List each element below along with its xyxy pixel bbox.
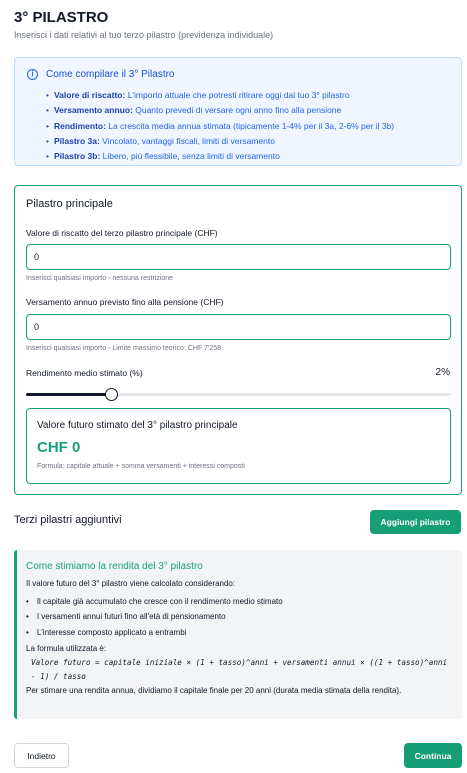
return-slider-thumb[interactable] bbox=[105, 388, 118, 401]
list-item: Il capitale già accumulato che cresce co… bbox=[26, 594, 283, 609]
estimate-title: Come stimiamo la rendita del 3° pilastro bbox=[26, 561, 203, 572]
page-title: 3° PILASTRO bbox=[14, 9, 109, 26]
estimate-intro: Il valore futuro del 3° pilastro viene c… bbox=[26, 579, 236, 588]
page-subtitle: Inserisci i dati relativi al tuo terzo p… bbox=[14, 30, 274, 40]
formula-text: Valore futuro = capitale iniziale × (1 +… bbox=[31, 658, 448, 681]
list-item: Valore di riscatto: L'importo attuale ch… bbox=[46, 88, 394, 103]
info-text: L'importo attuale che potresti ritirare … bbox=[125, 90, 350, 100]
info-term: Valore di riscatto: bbox=[53, 90, 126, 100]
info-text: La crescita media annua stimata (tipicam… bbox=[105, 120, 395, 131]
list-item: Versamento annuo: Quanto prevedi di vers… bbox=[46, 103, 394, 118]
list-item: Pilastro 3a: Vincolato, vantaggi fiscali… bbox=[46, 134, 394, 149]
list-item: Pilastro 3b: Libero, più flessibile, sen… bbox=[46, 149, 394, 164]
continue-button[interactable]: Continua bbox=[404, 743, 462, 768]
list-item: I versamenti annui futuri fino all'età d… bbox=[26, 609, 283, 624]
info-title: Come compilare il 3° Pilastro bbox=[46, 69, 175, 80]
return-slider[interactable] bbox=[26, 388, 451, 401]
return-label: Rendimento medio stimato (%) bbox=[26, 368, 143, 378]
info-text: Quanto prevedi di versare ogni anno fino… bbox=[132, 105, 342, 116]
estimate-footer: Per stimare una rendita annua, dividiamo… bbox=[26, 686, 402, 695]
info-text: Libero, più flessibile, senza limiti di … bbox=[100, 151, 280, 162]
page: 3° PILASTRO Inserisci i dati relativi al… bbox=[0, 0, 467, 773]
annual-contribution-input[interactable]: 0 bbox=[26, 314, 451, 340]
back-button[interactable]: Indietro bbox=[14, 743, 69, 768]
main-pillar-title: Pilastro principale bbox=[26, 198, 113, 210]
info-term: Pilastro 3a: bbox=[53, 135, 100, 146]
surrender-value-hint: Inserisci qualsiasi importo - nessuna re… bbox=[26, 275, 174, 282]
additional-pillars-title: Terzi pilastri aggiuntivi bbox=[14, 514, 122, 526]
info-text: Vincolato, vantaggi fiscali, limiti di v… bbox=[99, 135, 275, 146]
future-value-amount: CHF 0 bbox=[37, 439, 81, 456]
future-value-box: Valore futuro stimato del 3° pilastro pr… bbox=[26, 408, 451, 484]
future-value-formula: Formula: capitale attuale + somma versam… bbox=[37, 463, 245, 470]
annual-contribution-label: Versamento annuo previsto fino alla pens… bbox=[26, 297, 224, 307]
info-term: Pilastro 3b: bbox=[53, 151, 101, 162]
formula-label: La formula utilizzata è: bbox=[26, 644, 107, 653]
list-item: Rendimento: La crescita media annua stim… bbox=[46, 119, 394, 134]
future-value-title: Valore futuro stimato del 3° pilastro pr… bbox=[37, 420, 238, 431]
surrender-value-input[interactable]: 0 bbox=[26, 244, 451, 270]
return-value: 2% bbox=[435, 367, 450, 378]
info-list: Valore di riscatto: L'importo attuale ch… bbox=[46, 88, 394, 164]
info-term: Versamento annuo: bbox=[53, 105, 133, 116]
estimate-box: Come stimiamo la rendita del 3° pilastro… bbox=[14, 550, 462, 719]
list-item: L'interesse composto applicato a entramb… bbox=[26, 625, 283, 640]
info-term: Rendimento: bbox=[53, 120, 106, 131]
add-pillar-button[interactable]: Aggiungi pilastro bbox=[370, 510, 461, 534]
surrender-value-label: Valore di riscatto del terzo pilastro pr… bbox=[26, 228, 218, 238]
estimate-list: Il capitale già accumulato che cresce co… bbox=[26, 594, 283, 640]
info-icon: i bbox=[27, 69, 38, 80]
info-box: i Come compilare il 3° Pilastro Valore d… bbox=[14, 57, 462, 166]
return-slider-fill bbox=[26, 393, 111, 396]
annual-contribution-hint: Inserisci qualsiasi importo - Limite mas… bbox=[26, 345, 222, 352]
main-pillar-card: Pilastro principale Valore di riscatto d… bbox=[14, 185, 462, 495]
